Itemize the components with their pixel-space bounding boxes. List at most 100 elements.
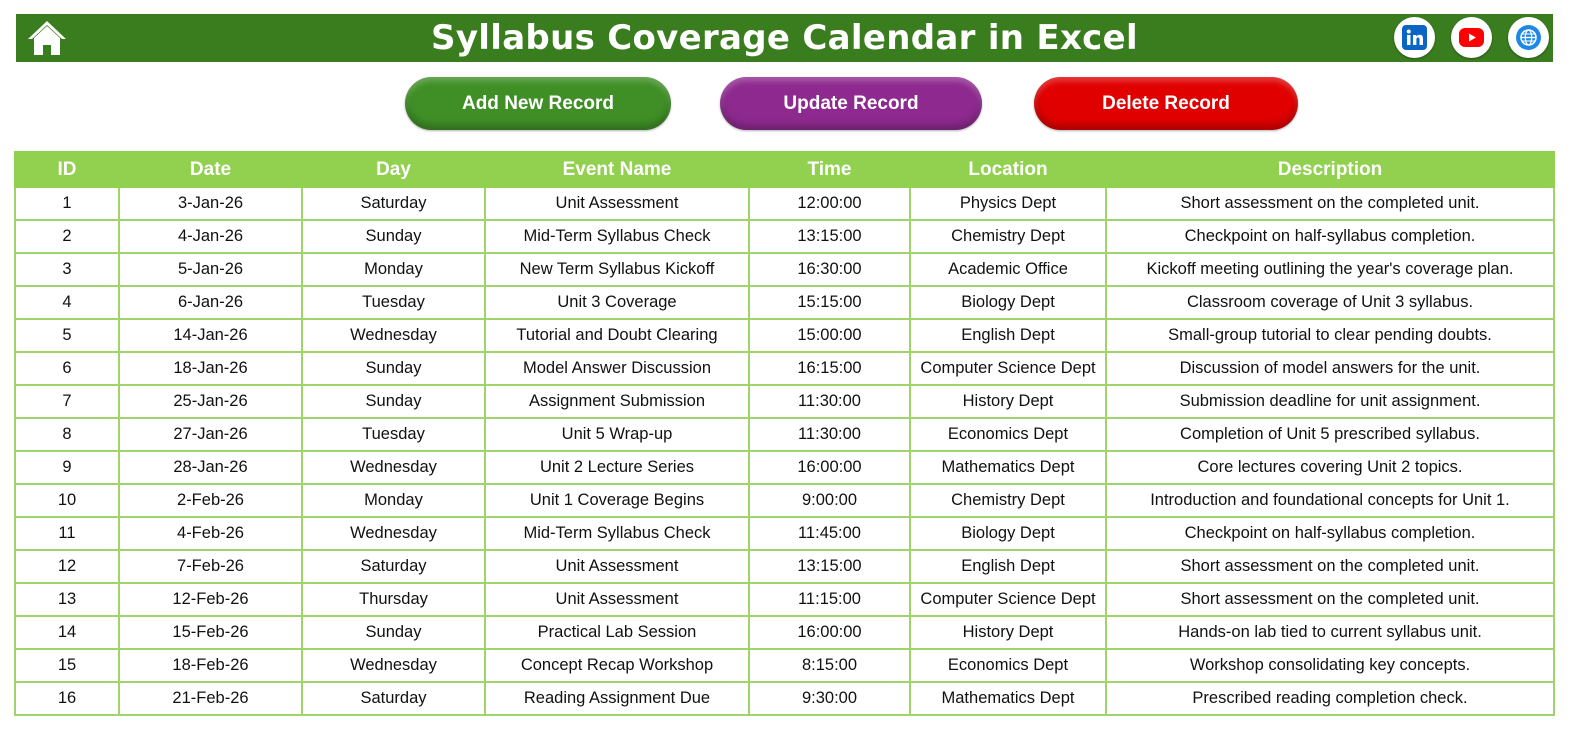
cell-day[interactable]: Wednesday (301, 318, 486, 353)
cell-description[interactable]: Discussion of model answers for the unit… (1105, 351, 1555, 386)
cell-date[interactable]: 2-Feb-26 (118, 483, 303, 518)
table-row[interactable]: 15 18-Feb-26 Wednesday Concept Recap Worksh… (14, 648, 1555, 683)
cell-day[interactable]: Saturday (301, 549, 486, 584)
cell-description[interactable]: Prescribed reading completion check. (1105, 681, 1555, 716)
cell-description[interactable]: Classroom coverage of Unit 3 syllabus. (1105, 285, 1555, 320)
cell-day[interactable]: Wednesday (301, 648, 486, 683)
column-header-date[interactable]: Date (118, 151, 303, 188)
cell-id[interactable]: 4 (14, 285, 120, 320)
cell-description[interactable]: Introduction and foundational concepts f… (1105, 483, 1555, 518)
table-row[interactable]: 4 6-Jan-26 Tuesday Unit 3 Coverage 15:15:00 B… (14, 285, 1555, 320)
cell-time[interactable]: 15:00:00 (748, 318, 911, 353)
cell-time[interactable]: 11:30:00 (748, 384, 911, 419)
cell-time[interactable]: 15:15:00 (748, 285, 911, 320)
cell-date[interactable]: 15-Feb-26 (118, 615, 303, 650)
cell-day[interactable]: Tuesday (301, 417, 486, 452)
cell-location[interactable]: History Dept (909, 384, 1107, 419)
cell-description[interactable]: Completion of Unit 5 prescribed syllabus… (1105, 417, 1555, 452)
table-row[interactable]: 5 14-Jan-26 Wednesday Tutorial and Doubt Cl… (14, 318, 1555, 353)
cell-description[interactable]: Workshop consolidating key concepts. (1105, 648, 1555, 683)
table-row[interactable]: 12 7-Feb-26 Saturday Unit Assessment 13:15:0… (14, 549, 1555, 584)
cell-description[interactable]: Core lectures covering Unit 2 topics. (1105, 450, 1555, 485)
cell-day[interactable]: Sunday (301, 384, 486, 419)
cell-id[interactable]: 12 (14, 549, 120, 584)
youtube-button[interactable] (1451, 17, 1492, 58)
cell-event-name[interactable]: Unit 1 Coverage Begins (484, 483, 750, 518)
cell-location[interactable]: Computer Science Dept (909, 351, 1107, 386)
cell-location[interactable]: Computer Science Dept (909, 582, 1107, 617)
cell-event-name[interactable]: Practical Lab Session (484, 615, 750, 650)
cell-description[interactable]: Kickoff meeting outlining the year's cov… (1105, 252, 1555, 287)
column-header-event-name[interactable]: Event Name (484, 151, 750, 188)
cell-description[interactable]: Short assessment on the completed unit. (1105, 582, 1555, 617)
cell-event-name[interactable]: Unit Assessment (484, 186, 750, 221)
cell-time[interactable]: 13:15:00 (748, 549, 911, 584)
cell-date[interactable]: 4-Feb-26 (118, 516, 303, 551)
cell-time[interactable]: 9:30:00 (748, 681, 911, 716)
cell-time[interactable]: 11:45:00 (748, 516, 911, 551)
cell-date[interactable]: 28-Jan-26 (118, 450, 303, 485)
cell-id[interactable]: 14 (14, 615, 120, 650)
cell-event-name[interactable]: Unit 3 Coverage (484, 285, 750, 320)
cell-date[interactable]: 12-Feb-26 (118, 582, 303, 617)
cell-time[interactable]: 16:30:00 (748, 252, 911, 287)
cell-event-name[interactable]: Mid-Term Syllabus Check (484, 219, 750, 254)
cell-location[interactable]: Economics Dept (909, 417, 1107, 452)
table-row[interactable]: 6 18-Jan-26 Sunday Model Answer Discussion 1… (14, 351, 1555, 386)
cell-id[interactable]: 3 (14, 252, 120, 287)
cell-id[interactable]: 5 (14, 318, 120, 353)
cell-time[interactable]: 11:15:00 (748, 582, 911, 617)
cell-time[interactable]: 16:15:00 (748, 351, 911, 386)
table-row[interactable]: 11 4-Feb-26 Wednesday Mid-Term Syllabus Che… (14, 516, 1555, 551)
linkedin-button[interactable] (1394, 17, 1435, 58)
cell-id[interactable]: 9 (14, 450, 120, 485)
cell-id[interactable]: 11 (14, 516, 120, 551)
table-row[interactable]: 13 12-Feb-26 Thursday Unit Assessment 11:15:… (14, 582, 1555, 617)
cell-day[interactable]: Saturday (301, 681, 486, 716)
add-new-record-button[interactable]: Add New Record (405, 77, 671, 130)
cell-date[interactable]: 6-Jan-26 (118, 285, 303, 320)
cell-time[interactable]: 9:00:00 (748, 483, 911, 518)
table-row[interactable]: 1 3-Jan-26 Saturday Unit Assessment 12:00:00… (14, 186, 1555, 221)
cell-event-name[interactable]: Tutorial and Doubt Clearing (484, 318, 750, 353)
cell-location[interactable]: Physics Dept (909, 186, 1107, 221)
cell-date[interactable]: 18-Jan-26 (118, 351, 303, 386)
cell-event-name[interactable]: Unit Assessment (484, 582, 750, 617)
cell-location[interactable]: English Dept (909, 549, 1107, 584)
cell-day[interactable]: Monday (301, 252, 486, 287)
column-header-location[interactable]: Location (909, 151, 1107, 188)
cell-location[interactable]: Economics Dept (909, 648, 1107, 683)
cell-description[interactable]: Short assessment on the completed unit. (1105, 549, 1555, 584)
table-row[interactable]: 3 5-Jan-26 Monday New Term Syllabus Kickoff… (14, 252, 1555, 287)
cell-description[interactable]: Checkpoint on half-syllabus completion. (1105, 219, 1555, 254)
table-row[interactable]: 7 25-Jan-26 Sunday Assignment Submission 11:… (14, 384, 1555, 419)
cell-date[interactable]: 27-Jan-26 (118, 417, 303, 452)
cell-date[interactable]: 7-Feb-26 (118, 549, 303, 584)
cell-id[interactable]: 16 (14, 681, 120, 716)
cell-time[interactable]: 11:30:00 (748, 417, 911, 452)
cell-day[interactable]: Sunday (301, 351, 486, 386)
cell-id[interactable]: 6 (14, 351, 120, 386)
cell-day[interactable]: Thursday (301, 582, 486, 617)
cell-location[interactable]: Chemistry Dept (909, 483, 1107, 518)
cell-location[interactable]: Mathematics Dept (909, 450, 1107, 485)
cell-location[interactable]: Chemistry Dept (909, 219, 1107, 254)
cell-id[interactable]: 15 (14, 648, 120, 683)
cell-day[interactable]: Wednesday (301, 516, 486, 551)
table-row[interactable]: 9 28-Jan-26 Wednesday Unit 2 Lecture Series… (14, 450, 1555, 485)
cell-time[interactable]: 12:00:00 (748, 186, 911, 221)
cell-id[interactable]: 10 (14, 483, 120, 518)
table-row[interactable]: 10 2-Feb-26 Monday Unit 1 Coverage Begins 9:… (14, 483, 1555, 518)
cell-day[interactable]: Wednesday (301, 450, 486, 485)
column-header-day[interactable]: Day (301, 151, 486, 188)
cell-description[interactable]: Small-group tutorial to clear pending do… (1105, 318, 1555, 353)
cell-id[interactable]: 2 (14, 219, 120, 254)
cell-location[interactable]: English Dept (909, 318, 1107, 353)
cell-date[interactable]: 25-Jan-26 (118, 384, 303, 419)
cell-id[interactable]: 8 (14, 417, 120, 452)
cell-day[interactable]: Sunday (301, 219, 486, 254)
cell-description[interactable]: Submission deadline for unit assignment. (1105, 384, 1555, 419)
column-header-id[interactable]: ID (14, 151, 120, 188)
cell-time[interactable]: 16:00:00 (748, 450, 911, 485)
cell-description[interactable]: Short assessment on the completed unit. (1105, 186, 1555, 221)
